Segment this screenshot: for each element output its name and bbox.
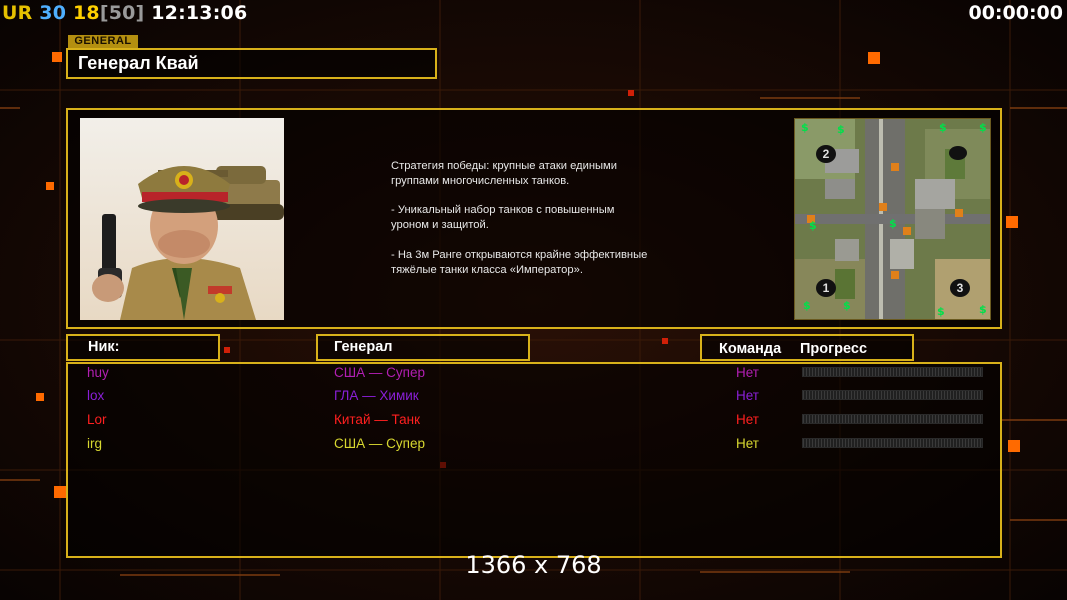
player-team: Нет bbox=[736, 412, 759, 427]
svg-text:$: $ bbox=[889, 217, 897, 230]
player-row[interactable]: Lor Китай — Танк Нет bbox=[0, 409, 1067, 431]
start-slot-marker: 3 bbox=[950, 279, 970, 297]
hud-value-2: 18 bbox=[72, 2, 100, 24]
player-progress-bar bbox=[802, 390, 983, 400]
description-paragraph: - На 3м Ранге открываются крайне эффекти… bbox=[391, 248, 648, 276]
svg-text:$: $ bbox=[979, 303, 987, 316]
player-general: США — Супер bbox=[334, 365, 425, 380]
general-tag: GENERAL bbox=[68, 35, 138, 48]
column-header-general: Генерал bbox=[316, 334, 530, 361]
column-header-team: Команда bbox=[719, 341, 782, 357]
player-nick: Lor bbox=[87, 412, 107, 427]
description-paragraph: Стратегия победы: крупные атаки едиными … bbox=[391, 160, 617, 187]
hud-value-3: [50] bbox=[99, 2, 145, 24]
svg-text:$: $ bbox=[937, 305, 945, 318]
resolution-label: 1366 x 768 bbox=[465, 551, 602, 579]
general-portrait bbox=[80, 118, 284, 320]
svg-text:$: $ bbox=[843, 299, 851, 312]
player-general: Китай — Танк bbox=[334, 412, 420, 427]
hud-value-1: 30 bbox=[39, 2, 67, 24]
svg-text:$: $ bbox=[979, 121, 987, 134]
svg-text:$: $ bbox=[803, 299, 811, 312]
svg-text:$: $ bbox=[837, 123, 845, 136]
player-progress-bar bbox=[802, 438, 983, 448]
player-team: Нет bbox=[736, 365, 759, 380]
svg-text:$: $ bbox=[801, 121, 809, 134]
general-description: Стратегия победы: крупные атаки едиными … bbox=[391, 159, 711, 292]
player-nick: irg bbox=[87, 436, 103, 451]
player-row[interactable]: huy США — Супер Нет bbox=[0, 362, 1067, 384]
player-general: США — Супер bbox=[334, 436, 425, 451]
player-list: huy США — Супер Нет lox ГЛА — Химик Нет Lor Кит… bbox=[0, 362, 1067, 558]
start-slot-marker: 2 bbox=[816, 145, 836, 163]
player-team: Нет bbox=[736, 388, 759, 403]
start-slot-marker: 1 bbox=[816, 279, 836, 297]
status-hud: UR 30 18[50] 12:13:06 bbox=[2, 2, 247, 24]
player-row[interactable]: irg США — Супер Нет bbox=[0, 433, 1067, 455]
column-header-progress: Прогресс bbox=[800, 341, 868, 357]
player-team: Нет bbox=[736, 436, 759, 451]
svg-text:$: $ bbox=[809, 219, 817, 232]
player-nick: lox bbox=[87, 388, 105, 403]
player-row[interactable]: lox ГЛА — Химик Нет bbox=[0, 385, 1067, 407]
player-progress-bar bbox=[802, 367, 983, 377]
player-progress-bar bbox=[802, 414, 983, 424]
column-header-nick: Ник: bbox=[66, 334, 220, 361]
player-nick: huy bbox=[87, 365, 109, 380]
player-general: ГЛА — Химик bbox=[334, 388, 419, 403]
description-paragraph: - Уникальный набор танков с повышенным у… bbox=[391, 204, 615, 232]
hud-clock: 12:13:06 bbox=[151, 2, 248, 24]
column-header-team-progress: Команда Прогресс bbox=[700, 334, 914, 361]
hud-ur-label: UR bbox=[2, 2, 33, 24]
svg-text:$: $ bbox=[939, 121, 947, 134]
game-timer: 00:00:00 bbox=[968, 2, 1063, 24]
general-title: Генерал Квай bbox=[66, 48, 437, 79]
